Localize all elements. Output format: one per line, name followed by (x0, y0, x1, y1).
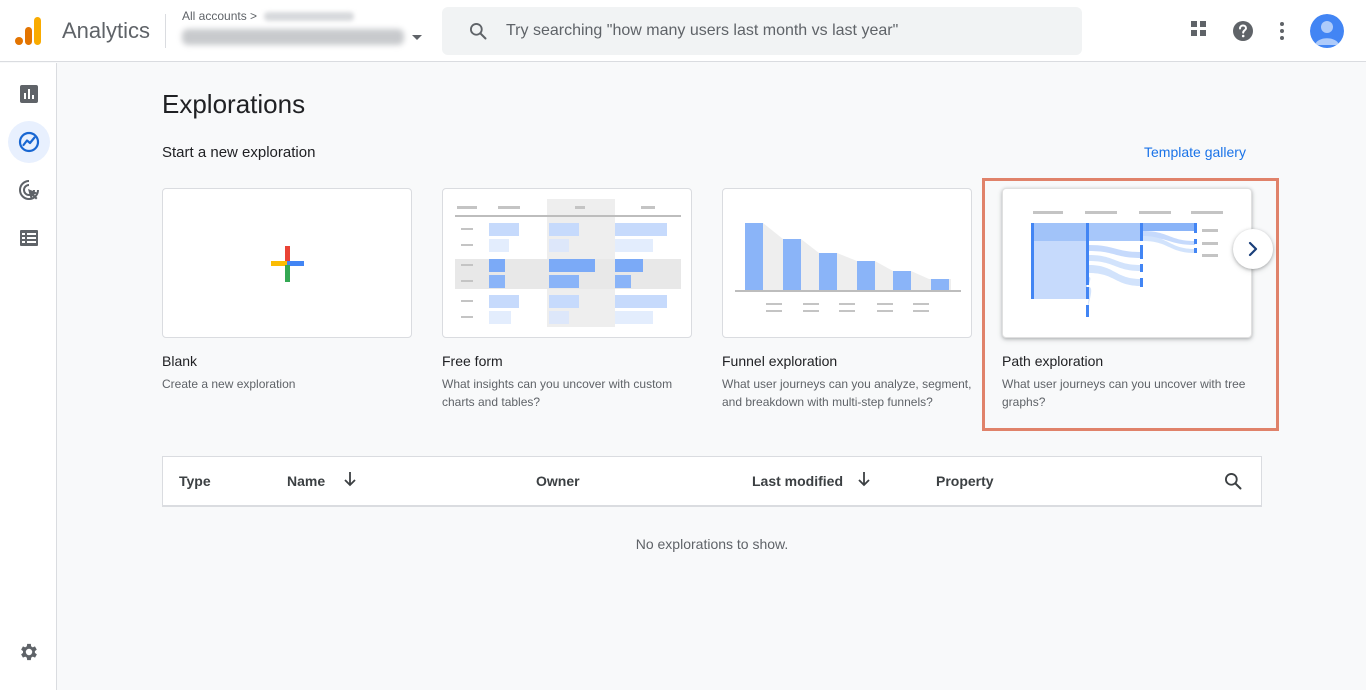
column-owner[interactable]: Owner (536, 473, 580, 489)
funnel-thumbnail-icon (735, 223, 961, 312)
all-accounts-label: All accounts (182, 9, 247, 23)
explore-icon (18, 131, 40, 153)
nav-reports[interactable] (8, 73, 50, 115)
caret-down-icon (412, 34, 422, 40)
header-divider (165, 14, 166, 48)
sort-arrow-down-icon[interactable] (343, 471, 357, 492)
settings-icon (21, 643, 37, 661)
configure-icon (20, 230, 38, 246)
card-title-free-form: Free form (442, 353, 503, 369)
account-breadcrumb: All accounts > (182, 9, 432, 23)
column-type[interactable]: Type (179, 473, 211, 489)
column-name[interactable]: Name (287, 473, 325, 489)
side-navigation (0, 63, 57, 690)
free-form-card[interactable] (442, 188, 692, 338)
card-title-funnel: Funnel exploration (722, 353, 838, 369)
more-vert-icon[interactable] (1278, 21, 1286, 46)
card-desc-blank: Create a new exploration (162, 377, 296, 391)
sort-arrow-down-icon[interactable] (857, 471, 871, 492)
free-form-thumbnail-icon (455, 199, 681, 327)
card-desc-free-form: What insights can you uncover with custo… (442, 377, 673, 409)
path-exploration-highlight (982, 178, 1279, 431)
table-search-icon[interactable] (1223, 471, 1243, 496)
app-name: Analytics (62, 18, 151, 43)
column-last-modified[interactable]: Last modified (752, 473, 843, 489)
account-picker[interactable]: All accounts > (182, 9, 432, 53)
nav-advertising[interactable] (8, 169, 50, 211)
analytics-logo-icon[interactable] (14, 16, 44, 46)
user-avatar-icon (1310, 14, 1344, 48)
apps-grid-icon[interactable] (1189, 19, 1209, 44)
nav-configure[interactable] (8, 217, 50, 259)
plus-icon (271, 246, 304, 282)
help-icon[interactable] (1232, 20, 1254, 47)
empty-state-message: No explorations to show. (635, 536, 789, 552)
nav-admin[interactable] (8, 631, 50, 673)
chevron-right-icon (1248, 241, 1258, 257)
redacted-property-name (182, 29, 404, 45)
section-heading: Start a new exploration (162, 144, 316, 161)
search-icon (470, 23, 487, 40)
card-desc-funnel: What user journeys can you analyze, segm… (722, 377, 972, 409)
column-property[interactable]: Property (936, 473, 994, 489)
advertising-icon (19, 180, 39, 200)
redacted-account-name (264, 12, 355, 22)
top-bar: Analytics All accounts > Try searching "… (0, 0, 1366, 62)
search-bar[interactable]: Try searching "how many users last month… (442, 7, 1082, 55)
card-title-blank: Blank (162, 353, 198, 369)
template-gallery-link[interactable]: Template gallery (1144, 144, 1246, 160)
chevron-right-icon: > (250, 9, 258, 23)
account-avatar[interactable] (1310, 14, 1344, 48)
funnel-exploration-card[interactable] (722, 188, 972, 338)
nav-explore[interactable] (8, 121, 50, 163)
page-title: Explorations (162, 89, 306, 119)
explorations-table-header: Type Name Owner Last modified Property (162, 456, 1262, 507)
reports-icon (20, 85, 38, 103)
carousel-next-button[interactable] (1233, 229, 1273, 269)
search-input[interactable]: Try searching "how many users last month… (506, 22, 898, 40)
property-selector[interactable] (182, 29, 422, 45)
blank-exploration-card[interactable] (162, 188, 412, 338)
